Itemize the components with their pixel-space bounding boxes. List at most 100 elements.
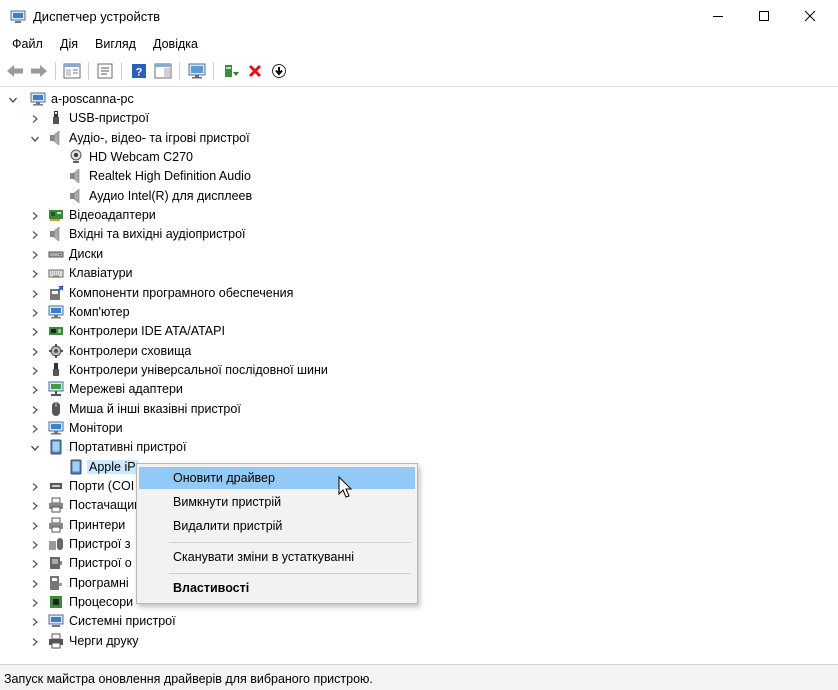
action-pane-icon — [154, 63, 172, 79]
window-title: Диспетчер устройств — [33, 9, 161, 24]
menu-bar: Файл Дія Вигляд Довідка — [0, 34, 838, 56]
tree-node-label: Аудио Intel(R) для дисплеев — [89, 188, 253, 203]
show-hide-tree-button[interactable] — [61, 60, 83, 82]
menu-scan-changes[interactable]: Сканувати зміни в устаткуванні — [139, 546, 415, 568]
chevron-right-icon[interactable] — [30, 539, 40, 549]
tree-node[interactable]: Постачащик — [0, 496, 838, 515]
tree-node[interactable]: Вхідні та вихідні аудіопристрої — [0, 225, 838, 244]
close-button[interactable] — [787, 0, 833, 32]
tree-node-label: Черги друку — [69, 633, 139, 648]
print-queue-icon — [48, 633, 64, 649]
tree-node[interactable]: Аудіо-, відео- та ігрові пристрої — [0, 129, 838, 148]
tree-node-label: Apple iP — [87, 459, 138, 474]
menu-uninstall-device[interactable]: Видалити пристрій — [139, 515, 415, 537]
chevron-right-icon[interactable] — [30, 481, 40, 491]
speaker-icon — [68, 168, 84, 184]
chevron-right-icon[interactable] — [30, 210, 40, 221]
menu-disable-device-label: Вимкнути пристрій — [173, 495, 282, 509]
tree-node[interactable]: Пристрої з — [0, 535, 838, 554]
menu-update-driver-label: Оновити драйвер — [173, 471, 275, 485]
chevron-right-icon[interactable] — [30, 365, 40, 375]
tree-node[interactable]: Миша й інші вказівні пристрої — [0, 400, 838, 419]
chevron-right-icon[interactable] — [30, 597, 40, 608]
uninstall-button[interactable] — [244, 60, 266, 82]
tree-node-label: Пристрої о — [69, 556, 132, 571]
computer-icon — [30, 91, 46, 107]
enable-device-button[interactable] — [268, 60, 290, 82]
disk-icon — [48, 246, 64, 262]
back-button[interactable] — [4, 60, 26, 82]
minimize-icon — [713, 16, 723, 17]
tree-node[interactable]: HD Webcam C270 — [0, 148, 838, 167]
chevron-down-icon[interactable] — [8, 94, 18, 104]
tree-node[interactable]: Відеоадаптери — [0, 206, 838, 225]
tree-node[interactable]: Пристрої о — [0, 554, 838, 573]
help-button[interactable]: ? — [128, 60, 150, 82]
tree-node[interactable]: Apple iP — [0, 458, 838, 477]
tree-node-label: Постачащик — [69, 498, 140, 513]
chevron-right-icon[interactable] — [30, 500, 40, 511]
tree-node[interactable]: Контролери універсальної послідовної шин… — [0, 361, 838, 380]
chevron-right-icon[interactable] — [30, 558, 40, 569]
title-bar: Диспетчер устройств — [0, 0, 838, 34]
menu-view[interactable]: Вигляд — [95, 37, 136, 51]
chevron-right-icon[interactable] — [30, 616, 40, 627]
chevron-right-icon[interactable] — [30, 384, 40, 395]
menu-file[interactable]: Файл — [12, 37, 43, 51]
chevron-right-icon[interactable] — [30, 346, 40, 356]
action-pane-button[interactable] — [152, 60, 174, 82]
chevron-right-icon[interactable] — [30, 404, 40, 414]
chevron-right-icon[interactable] — [30, 307, 40, 317]
tree-node[interactable]: Клавіатури — [0, 264, 838, 283]
tree-node[interactable]: Системні пристрої — [0, 612, 838, 631]
minimize-button[interactable] — [695, 0, 741, 32]
chevron-right-icon[interactable] — [30, 326, 40, 337]
tree-node[interactable]: USB-пристрої — [0, 109, 838, 128]
device-tree[interactable]: a-poscanna-pc USB-пристрої Аудіо-, відео- … — [0, 88, 838, 660]
tree-node[interactable]: Процесори — [0, 593, 838, 612]
tree-node[interactable]: Програмні — [0, 574, 838, 593]
portable-device-icon — [48, 439, 64, 455]
menu-help[interactable]: Довідка — [153, 37, 198, 51]
chevron-right-icon[interactable] — [30, 578, 40, 588]
chevron-right-icon[interactable] — [30, 423, 40, 433]
menu-action[interactable]: Дія — [60, 37, 78, 51]
system-device-icon — [48, 613, 64, 629]
tree-node[interactable]: Принтери — [0, 516, 838, 535]
tree-node[interactable]: Контролери сховища — [0, 342, 838, 361]
forward-button[interactable] — [28, 60, 50, 82]
chevron-right-icon[interactable] — [30, 229, 40, 240]
speaker-icon — [68, 188, 84, 204]
tree-node[interactable]: Мережеві адаптери — [0, 380, 838, 399]
chevron-right-icon[interactable] — [30, 520, 40, 530]
chevron-right-icon[interactable] — [30, 113, 40, 124]
tree-node[interactable]: Порти (COI — [0, 477, 838, 496]
tree-node[interactable]: Контролери IDE ATA/ATAPI — [0, 322, 838, 341]
tree-node[interactable]: a-poscanna-pc — [0, 90, 838, 109]
chevron-right-icon[interactable] — [30, 288, 40, 298]
tree-node[interactable]: Аудио Intel(R) для дисплеев — [0, 187, 838, 206]
menu-update-driver[interactable]: Оновити драйвер — [139, 467, 415, 489]
chevron-right-icon[interactable] — [30, 636, 40, 646]
tree-node[interactable]: Портативні пристрої — [0, 438, 838, 457]
tree-node-label: Вхідні та вихідні аудіопристрої — [69, 227, 246, 242]
tree-node[interactable]: Монітори — [0, 419, 838, 438]
tree-node[interactable]: Компоненти програмного обеспечения — [0, 284, 838, 303]
chevron-right-icon[interactable] — [30, 249, 40, 259]
update-driver-button[interactable] — [220, 60, 242, 82]
properties-button[interactable] — [94, 60, 116, 82]
chevron-right-icon[interactable] — [30, 268, 40, 279]
tree-node[interactable]: Черги друку — [0, 632, 838, 651]
tree-node[interactable]: Комп'ютер — [0, 303, 838, 322]
menu-properties[interactable]: Властивості — [139, 577, 415, 599]
maximize-button[interactable] — [741, 0, 787, 32]
printer-icon — [48, 497, 64, 513]
menu-disable-device[interactable]: Вимкнути пристрій — [139, 491, 415, 513]
tree-node-label: USB-пристрої — [69, 111, 149, 126]
chevron-down-icon[interactable] — [30, 442, 40, 452]
chevron-down-icon[interactable] — [30, 133, 40, 143]
scan-hardware-button[interactable] — [186, 60, 208, 82]
tree-node[interactable]: Диски — [0, 245, 838, 264]
tree-node[interactable]: Realtek High Definition Audio — [0, 167, 838, 186]
context-menu: Оновити драйвер Вимкнути пристрій Видали… — [136, 463, 418, 604]
